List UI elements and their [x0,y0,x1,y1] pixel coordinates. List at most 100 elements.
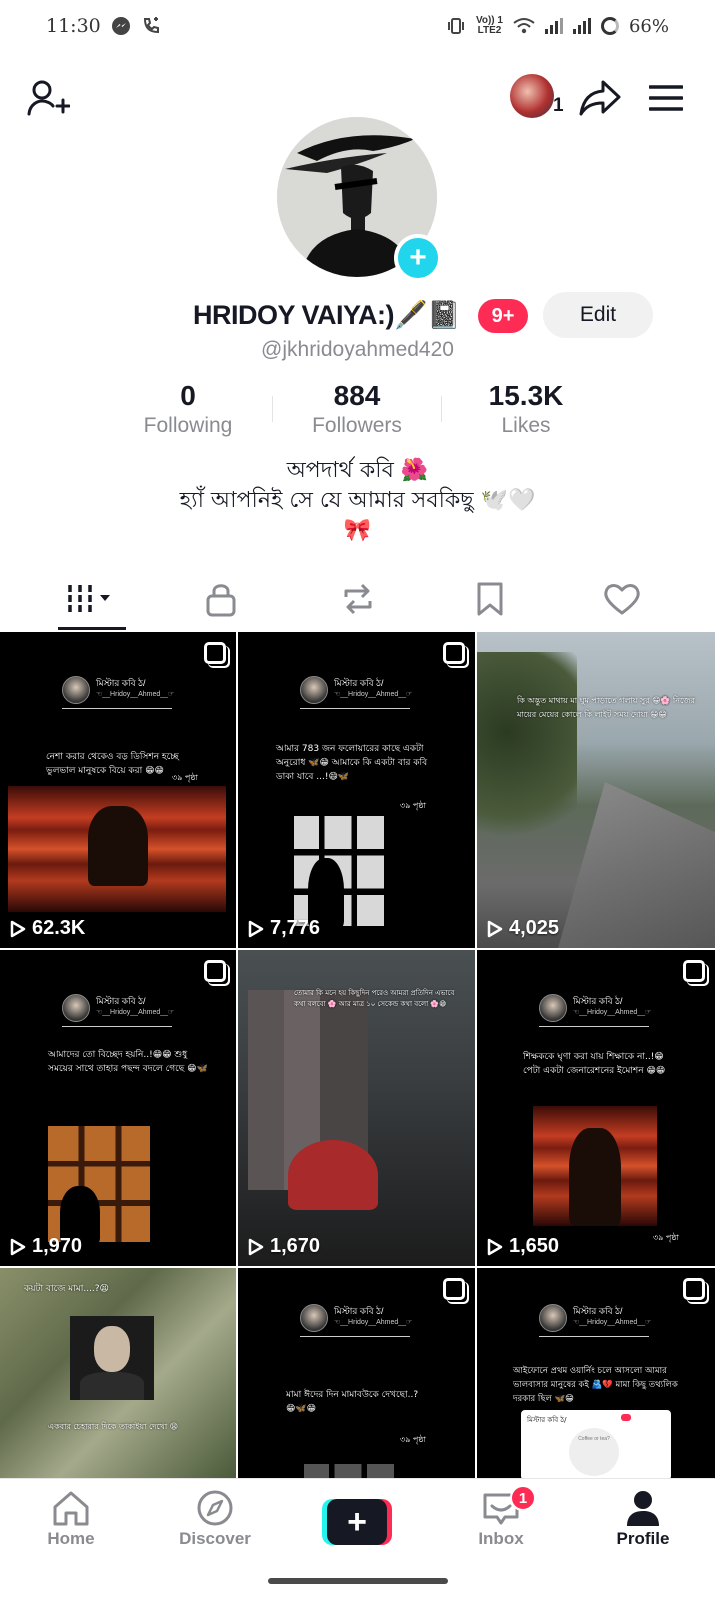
profile-username: @jkhridoyahmed420 [261,338,454,361]
add-avatar-button[interactable]: + [394,234,442,282]
friends-avatar-button[interactable] [510,74,554,118]
video-thumbnail[interactable]: মিস্টার কবি ঠ/ ☜__Hridoy__Ahmed__☞ মামা … [238,1268,475,1478]
thumbnail-caption: মামা ঈদের দিন মামাবউকে দেখছো..?😁🦋😁 [286,1390,419,1414]
notification-badge[interactable]: 9+ [478,299,528,333]
video-thumbnail[interactable]: কি অদ্ভুত মাথায় মা ঘুম পাড়াতে গলায় সু… [477,632,715,948]
signal-icon-2 [572,18,591,34]
stat-divider [441,396,442,422]
window-silhouette [304,1464,394,1478]
tab-favorites[interactable] [418,570,561,628]
tab-videos[interactable] [20,570,163,628]
edit-profile-button[interactable]: Edit [543,292,653,338]
stat-likes[interactable]: 15.3K Likes [446,380,606,438]
play-icon [248,1238,264,1256]
thumbnail-caption: শিক্ষককে ঘৃণা করা যায় শিক্ষাকে না..!😁 প… [523,1052,666,1076]
thumbnail-header-sub: ☜__Hridoy__Ahmed__☞ [334,1319,413,1326]
tab-reposts[interactable] [286,570,429,628]
video-thumbnail[interactable]: মিস্টার কবি ঠ/ ☜__Hridoy__Ahmed__☞ আমার … [238,632,475,948]
nav-home[interactable]: Home [16,1489,126,1549]
thumbnail-header-sub: ☜__Hridoy__Ahmed__☞ [334,691,413,698]
portrait-photo [70,1316,154,1400]
inner-screenshot-card: মিস্টার কবি ঠ/ Coffee or tea? [521,1410,671,1478]
avatar [62,994,90,1022]
thumbnail-header-name: মিস্টার কবি ঠ/ [96,996,146,1006]
stat-divider [272,396,273,422]
status-time: 11:30 [46,15,101,37]
thumbnail-caption: কি অদ্ভুত মাথায় মা ঘুম পাড়াতে গলায় সু… [517,696,695,719]
nav-profile[interactable]: Profile [588,1489,698,1549]
view-count: 62.3K [10,917,85,940]
divider [300,1336,410,1337]
profile-display-name: HRIDOY VAIYA:)🖋️📓 [193,300,461,330]
video-thumbnail[interactable]: মিস্টার কবি ঠ/ ☜__Hridoy__Ahmed__☞ আমাদে… [0,950,236,1266]
video-thumbnail[interactable]: মিস্টার কবি ঠ/ ☜__Hridoy__Ahmed__☞ শিক্ষ… [477,950,715,1266]
messenger-icon [111,17,130,35]
thumbnail-header-sub: ☜__Hridoy__Ahmed__☞ [96,1009,175,1016]
inner-card-badge [621,1414,631,1421]
bio-line: অপদার্থ কবি 🌺 [286,458,429,483]
stat-label: Likes [501,414,551,437]
thumbnail-header-name: মিস্টার কবি ঠ/ [573,996,623,1006]
play-icon [487,1238,503,1256]
lock-icon [206,584,235,617]
thumbnail-photo [533,1106,657,1226]
nav-label: Discover [179,1529,251,1548]
thumbnail-header-sub: ☜__Hridoy__Ahmed__☞ [96,691,175,698]
multi-photo-icon [204,960,226,982]
divider [62,708,172,709]
thumbnail-header-name: মিস্টার কবি ঠ/ [334,678,384,688]
play-icon [10,920,26,938]
friends-count: 1 [553,95,564,116]
active-tab-indicator [58,627,126,630]
stat-value: 15.3K [488,380,564,411]
tab-liked[interactable] [550,570,693,628]
call-icon [143,17,159,34]
hamburger-menu-icon [649,85,683,111]
view-count: 1,670 [248,1235,320,1258]
street-road [557,782,715,948]
grid-bars-icon [67,585,110,613]
stat-value: 0 [180,380,196,411]
thumbnail-page: ৩৯ পৃষ্ঠা [172,773,198,782]
inner-card-avatar: Coffee or tea? [569,1428,619,1476]
add-friends-button[interactable] [24,74,72,122]
video-thumbnail[interactable]: কয়টা বাজে মামা....?😫 একবার চেহারার দিকে… [0,1268,236,1478]
stat-followers[interactable]: 884 Followers [277,380,437,438]
menu-button[interactable] [644,76,688,120]
inner-card-title: মিস্টার কবি ঠ/ [527,1416,567,1424]
stat-following[interactable]: 0 Following [108,380,268,438]
video-thumbnail[interactable]: মিস্টার কবি ঠ/ ☜__Hridoy__Ahmed__☞ নেশা … [0,632,236,948]
inbox-badge: 1 [510,1485,536,1511]
video-thumbnail[interactable]: মিস্টার কবি ঠ/ ☜__Hridoy__Ahmed__☞ আইফোন… [477,1268,715,1478]
thumbnail-page: ৩৯ পৃষ্ঠা [400,1435,426,1444]
view-count: 1,970 [10,1235,82,1258]
thumbnail-caption: কয়টা বাজে মামা....?😫 [24,1284,109,1294]
thumbnail-caption: আইফোনে প্রথম ওয়ার্নিং চলে আসলো আমার ভাল… [513,1366,678,1404]
multi-photo-icon [443,1278,465,1300]
stat-label: Following [143,414,233,437]
inner-card-text: Coffee or tea? [578,1436,610,1442]
stat-value: 884 [333,380,381,411]
multi-photo-icon [443,642,465,664]
tab-private[interactable] [149,570,292,628]
avatar [300,676,328,704]
video-thumbnail[interactable]: তোমার কি মনে হয় কিছুদিন পরেও আমরা প্রতি… [238,950,475,1266]
home-indicator[interactable] [268,1578,448,1584]
create-button[interactable]: + [322,1499,392,1545]
play-icon [10,1238,26,1256]
avatar [300,1304,328,1332]
vibrate-icon [447,18,464,34]
thumbnail-caption: আমাদের তো বিচ্ছেদ হয়নি..!😁😁 শুধু সময়ের… [48,1050,208,1074]
nav-inbox[interactable]: Inbox [446,1489,556,1549]
divider [62,1026,172,1027]
thumbnail-photo [8,786,226,912]
repost-icon [344,583,371,615]
nav-discover[interactable]: Discover [160,1489,270,1549]
avatar [539,1304,567,1332]
share-profile-button[interactable] [576,74,624,122]
view-count: 4,025 [487,917,559,940]
thumbnail-page: ৩৯ পৃষ্ঠা [400,801,426,810]
bio-line: 🎀 [343,518,372,543]
profile-icon [627,1491,659,1526]
nav-label: Inbox [478,1529,524,1548]
